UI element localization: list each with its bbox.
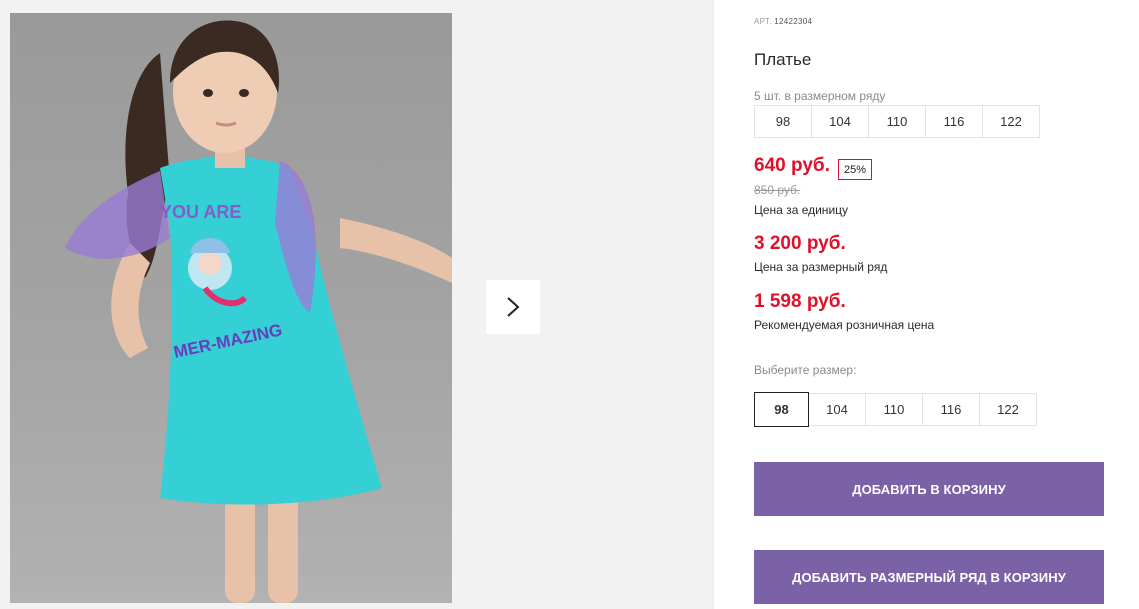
old-price: 850 руб. [754, 183, 801, 197]
pack-note: 5 шт. в размерном ряду [754, 89, 886, 103]
product-gallery: YOU ARE MER-MAZING [0, 0, 714, 609]
row-price: 3 200 руб. [754, 233, 846, 254]
unit-price-label: Цена за единицу [754, 203, 849, 217]
pack-sizes: 98 104 110 116 122 [754, 105, 1040, 138]
pack-size: 122 [982, 105, 1040, 138]
pack-size: 104 [811, 105, 869, 138]
chevron-right-icon [507, 297, 520, 317]
unit-price: 640 руб. [754, 155, 830, 176]
article-label: АРТ. [754, 17, 772, 26]
pack-size: 98 [754, 105, 812, 138]
size-picker-label: Выберите размер: [754, 363, 857, 377]
size-option-122[interactable]: 122 [979, 393, 1037, 426]
pack-size: 110 [868, 105, 926, 138]
retail-price: 1 598 руб. [754, 291, 846, 312]
article-number: АРТ. 12422304 [754, 17, 812, 26]
size-option-110[interactable]: 110 [865, 393, 923, 426]
girl-in-dress-illustration: YOU ARE MER-MAZING [65, 20, 452, 603]
add-to-cart-button[interactable]: ДОБАВИТЬ В КОРЗИНУ [754, 462, 1104, 516]
row-price-label: Цена за размерный ряд [754, 260, 888, 274]
next-image-button[interactable] [486, 280, 540, 334]
retail-price-label: Рекомендуемая розничная цена [754, 318, 935, 332]
product-photo[interactable]: YOU ARE MER-MAZING [10, 13, 452, 603]
pack-size: 116 [925, 105, 983, 138]
size-option-98[interactable]: 98 [754, 392, 809, 427]
add-size-row-to-cart-button[interactable]: ДОБАВИТЬ РАЗМЕРНЫЙ РЯД В КОРЗИНУ [754, 550, 1104, 604]
product-title: Платье [754, 50, 812, 69]
article-value: 12422304 [774, 17, 813, 26]
size-option-104[interactable]: 104 [808, 393, 866, 426]
size-option-116[interactable]: 116 [922, 393, 980, 426]
size-picker: 98 104 110 116 122 [754, 392, 1037, 427]
discount-badge: 25% [838, 159, 873, 180]
shirt-print-top: YOU ARE [160, 202, 241, 222]
